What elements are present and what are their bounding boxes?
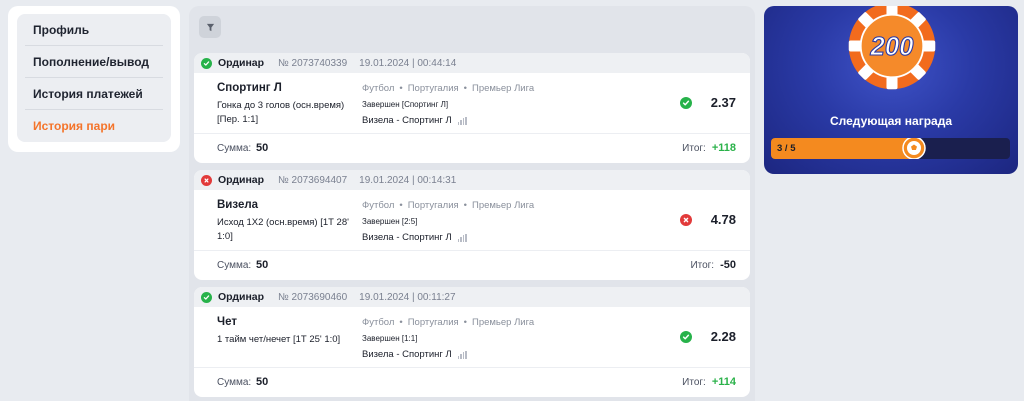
next-reward-card[interactable]: 200 Следующая награда 3 / 5 [764, 6, 1018, 174]
bet-type: Ординар [218, 174, 265, 186]
sport-name: Футбол [362, 317, 395, 328]
bet-number: № 2073694407 [278, 174, 348, 186]
league-name: Премьер Лига [471, 317, 535, 328]
bet-details: Визела Исход 1X2 (осн.время) [1Т 28' 1:0… [194, 190, 750, 251]
casino-chip-icon: 200 [848, 6, 936, 90]
bet-result: Итог: +114 [682, 376, 736, 388]
stake-label: Сумма: [217, 260, 252, 271]
match-teams: Визела - Спортинг Л [362, 115, 452, 126]
bet-type: Ординар [218, 57, 265, 69]
result-label: Итог: [682, 377, 706, 388]
bet-header: Ординар № 2073694407 19.01.2024 | 00:14:… [194, 170, 750, 190]
check-circle-icon [201, 291, 212, 303]
bet-selection: Визела [217, 199, 259, 211]
bet-details: Спортинг Л Гонка до 3 голов (осн.время) … [194, 73, 750, 134]
bet-selection: Чет [217, 316, 237, 328]
x-icon [204, 177, 209, 183]
stats-bars-icon[interactable] [457, 233, 467, 242]
sport-name: Футбол [362, 200, 395, 211]
stake-value: 50 [256, 259, 269, 271]
bet-league-path: Футбол • Португалия • Премьер Лига [362, 200, 535, 211]
filter-icon [206, 23, 214, 31]
bet-details: Чет 1 тайм чет/нечет [1Т 25' 1:0] Футбол… [194, 307, 750, 368]
bet-card[interactable]: Ординар № 2073690460 19.01.2024 | 00:11:… [194, 287, 750, 397]
match-state: Завершен [2:5] [362, 217, 418, 226]
country-name: Португалия [407, 83, 459, 94]
menu-item-profile[interactable]: Профиль [25, 14, 163, 46]
bet-footer: Сумма: 50 Итог: +118 [194, 134, 750, 163]
result-x-circle-icon [680, 214, 692, 226]
stats-bars-icon[interactable] [457, 350, 467, 359]
result-check-circle-icon [680, 97, 692, 109]
bet-card[interactable]: Ординар № 2073694407 19.01.2024 | 00:14:… [194, 170, 750, 280]
menu-item-payment-history[interactable]: История платежей [25, 78, 163, 110]
menu-item-bet-history[interactable]: История пари [25, 110, 163, 142]
bet-footer: Сумма: 50 Итог: +114 [194, 368, 750, 397]
result-check-circle-icon [680, 331, 692, 343]
league-name: Премьер Лига [471, 200, 535, 211]
match-name[interactable]: Визела - Спортинг Л [362, 349, 467, 360]
profile-menu: Профиль Пополнение/вывод История платеже… [17, 14, 171, 142]
match-teams: Визела - Спортинг Л [362, 349, 452, 360]
match-state: Завершен [Спортинг Л] [362, 100, 449, 109]
bet-history-panel: Ординар № 2073740339 19.01.2024 | 00:44:… [189, 6, 755, 401]
profile-menu-card: Профиль Пополнение/вывод История платеже… [8, 6, 180, 152]
sport-name: Футбол [362, 83, 395, 94]
bet-type: Ординар [218, 291, 265, 303]
bet-number: № 2073740339 [278, 57, 348, 69]
bet-description: Гонка до 3 голов (осн.время) [Пер. 1:1] [217, 100, 345, 125]
result-label: Итог: [690, 260, 715, 271]
result-label: Итог: [682, 143, 706, 154]
match-name[interactable]: Визела - Спортинг Л [362, 115, 467, 126]
bet-description: 1 тайм чет/нечет [1Т 25' 1:0] [217, 334, 341, 345]
bet-result: Итог: -50 [690, 259, 736, 271]
bet-footer: Сумма: 50 Итог: -50 [194, 251, 750, 280]
match-name[interactable]: Визела - Спортинг Л [362, 232, 467, 243]
filter-button[interactable] [199, 16, 221, 38]
bet-league-path: Футбол • Португалия • Премьер Лига [362, 83, 535, 94]
match-teams: Визела - Спортинг Л [362, 232, 452, 243]
bet-header: Ординар № 2073740339 19.01.2024 | 00:44:… [194, 53, 750, 73]
reward-progress-text: 3 / 5 [777, 143, 796, 154]
chip-value: 200 [870, 33, 915, 61]
match-state: Завершен [1:1] [362, 334, 418, 343]
result-value: -50 [720, 259, 736, 271]
soccer-ball-icon [902, 138, 926, 159]
bet-odds: 2.28 [710, 329, 736, 344]
stake-value: 50 [256, 376, 269, 388]
check-icon [682, 100, 690, 106]
country-name: Португалия [407, 317, 459, 328]
bet-card[interactable]: Ординар № 2073740339 19.01.2024 | 00:44:… [194, 53, 750, 163]
bet-datetime: 19.01.2024 | 00:11:27 [359, 291, 456, 303]
bet-datetime: 19.01.2024 | 00:44:14 [359, 57, 457, 69]
stake-value: 50 [256, 142, 269, 154]
reward-title: Следующая награда [830, 114, 952, 128]
country-name: Португалия [407, 200, 459, 211]
reward-progress-bar: 3 / 5 [771, 138, 1010, 159]
bet-datetime: 19.01.2024 | 00:14:31 [359, 174, 457, 186]
menu-item-deposit-withdraw[interactable]: Пополнение/вывод [25, 46, 163, 78]
bet-league-path: Футбол • Португалия • Премьер Лига [362, 317, 535, 328]
bet-result: Итог: +118 [682, 142, 736, 154]
bet-odds: 4.78 [710, 212, 736, 227]
bet-number: № 2073690460 [278, 291, 348, 303]
result-value: +118 [711, 142, 736, 154]
stats-bars-icon[interactable] [457, 116, 467, 125]
stake-label: Сумма: [217, 143, 252, 154]
check-icon [682, 334, 690, 340]
bet-selection: Спортинг Л [217, 82, 282, 94]
stake-label: Сумма: [217, 377, 252, 388]
check-icon [203, 60, 210, 66]
bet-odds: 2.37 [710, 95, 736, 110]
bet-header: Ординар № 2073690460 19.01.2024 | 00:11:… [194, 287, 750, 307]
check-icon [203, 294, 210, 300]
bet-description: Исход 1X2 (осн.время) [1Т 28' 1:0] [217, 217, 349, 242]
x-circle-icon [201, 174, 212, 186]
result-value: +114 [711, 376, 736, 388]
check-circle-icon [201, 57, 212, 69]
x-icon [683, 217, 689, 223]
league-name: Премьер Лига [471, 83, 535, 94]
